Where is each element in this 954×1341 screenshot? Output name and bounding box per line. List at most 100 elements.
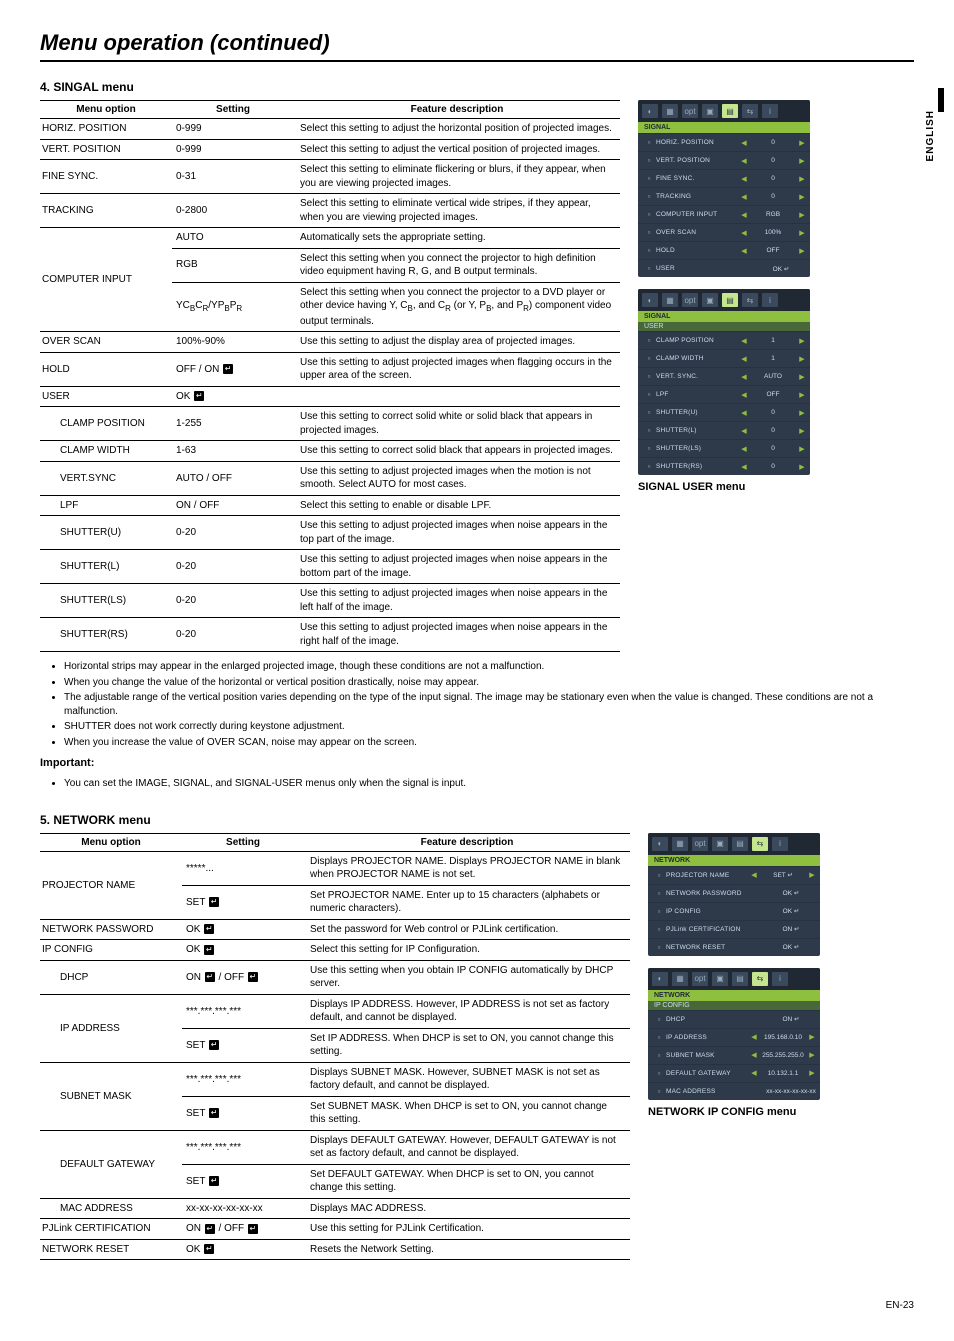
osd-row: ▫ USER OK ↵ bbox=[638, 259, 810, 277]
osd-network-panel: ◐ ▦ opt ▣ ▤ ⇆ i NETWORK ▫ PROJECTOR NAME… bbox=[648, 833, 820, 956]
osd-tab-icon: ⇆ bbox=[742, 104, 758, 118]
osd-row-label: VERT. POSITION bbox=[656, 157, 740, 164]
table-setting: 0-20 bbox=[172, 584, 294, 618]
osd-row: ▫ COMPUTER INPUT ◀RGB▶ bbox=[638, 205, 810, 223]
osd-row-value: xx-xx-xx-xx-xx-xx bbox=[766, 1088, 816, 1095]
table-option: CLAMP WIDTH bbox=[40, 441, 172, 462]
osd-row-icon: ▫ bbox=[652, 943, 666, 952]
osd-column-network: ◐ ▦ opt ▣ ▤ ⇆ i NETWORK ▫ PROJECTOR NAME… bbox=[648, 833, 820, 1132]
osd-row-label: HORIZ. POSITION bbox=[656, 139, 740, 146]
osd-row-label: COMPUTER INPUT bbox=[656, 211, 740, 218]
table-setting: OK ↵ bbox=[172, 386, 294, 407]
osd-row-value: RGB bbox=[748, 211, 798, 218]
arrow-left-icon: ◀ bbox=[740, 157, 748, 165]
table-desc: Displays IP ADDRESS. However, IP ADDRESS… bbox=[304, 994, 630, 1028]
col-option: Menu option bbox=[40, 101, 172, 119]
arrow-right-icon: ▶ bbox=[798, 157, 806, 165]
arrow-left-icon: ◀ bbox=[740, 373, 748, 381]
osd-row: ▫ SUBNET MASK ◀255.255.255.0▶ bbox=[648, 1046, 820, 1064]
arrow-left-icon: ◀ bbox=[740, 139, 748, 147]
osd-row-value: 1 bbox=[748, 337, 798, 344]
osd-tab-signal-icon: ▤ bbox=[722, 293, 738, 307]
osd-row-icon: ▫ bbox=[642, 354, 656, 363]
table-option: VERT.SYNC bbox=[40, 461, 172, 495]
table-setting: 0-999 bbox=[172, 139, 294, 160]
arrow-left-icon: ◀ bbox=[740, 337, 748, 345]
table-desc: Select this setting to eliminate flicker… bbox=[294, 160, 620, 194]
note-item: The adjustable range of the vertical pos… bbox=[64, 691, 914, 718]
table-setting: ***.***.***.*** bbox=[182, 1130, 304, 1164]
arrow-right-icon: ▶ bbox=[808, 1069, 816, 1077]
osd-row-icon: ▫ bbox=[642, 336, 656, 345]
osd-row-value: 0 bbox=[748, 427, 798, 434]
network-menu-table: Menu option Setting Feature description … bbox=[40, 833, 630, 1261]
table-desc: Select this setting for IP Configuration… bbox=[304, 940, 630, 961]
osd-row-value: 0 bbox=[748, 193, 798, 200]
col-option: Menu option bbox=[40, 833, 182, 851]
table-desc: Displays PROJECTOR NAME. Displays PROJEC… bbox=[304, 851, 630, 885]
table-setting: 0-20 bbox=[172, 550, 294, 584]
osd-row: ▫ IP CONFIG OK ↵ bbox=[648, 902, 820, 920]
osd-row: ▫ LPF ◀OFF▶ bbox=[638, 385, 810, 403]
osd-tab-icon: ▦ bbox=[662, 104, 678, 118]
osd-row-icon: ▫ bbox=[652, 925, 666, 934]
osd-row-value: ON ↵ bbox=[766, 925, 816, 933]
osd-row: ▫ HOLD ◀OFF▶ bbox=[638, 241, 810, 259]
arrow-right-icon: ▶ bbox=[798, 229, 806, 237]
osd-row: ▫ IP ADDRESS ◀195.168.0.10▶ bbox=[648, 1028, 820, 1046]
osd-row-value: OK ↵ bbox=[756, 265, 806, 273]
osd-row-value: OFF bbox=[748, 391, 798, 398]
osd-row: ▫ CLAMP WIDTH ◀1▶ bbox=[638, 349, 810, 367]
arrow-left-icon: ◀ bbox=[750, 1033, 758, 1041]
osd-tab-icon: ▦ bbox=[672, 837, 688, 851]
table-desc: Use this setting to adjust projected ima… bbox=[294, 584, 620, 618]
table-desc: Use this setting to adjust projected ima… bbox=[294, 550, 620, 584]
arrow-right-icon: ▶ bbox=[798, 427, 806, 435]
table-setting: 1-63 bbox=[172, 441, 294, 462]
osd-row-icon: ▫ bbox=[642, 228, 656, 237]
osd-row-icon: ▫ bbox=[652, 1051, 666, 1060]
osd-tab-icon: ◐ bbox=[642, 104, 658, 118]
osd-row-value: 255.255.255.0 bbox=[758, 1052, 808, 1059]
osd-ipconfig-caption: NETWORK IP CONFIG menu bbox=[648, 1106, 820, 1118]
table-setting: SET ↵ bbox=[182, 885, 304, 919]
osd-row-icon: ▫ bbox=[652, 871, 666, 880]
table-setting: AUTO / OFF bbox=[172, 461, 294, 495]
table-setting: OK ↵ bbox=[182, 1239, 304, 1260]
note-item: When you increase the value of OVER SCAN… bbox=[64, 736, 914, 750]
osd-row-value: 0 bbox=[748, 175, 798, 182]
osd-row-value: 0 bbox=[748, 463, 798, 470]
arrow-left-icon: ◀ bbox=[740, 175, 748, 183]
arrow-left-icon: ◀ bbox=[740, 355, 748, 363]
osd-row-icon: ▫ bbox=[642, 426, 656, 435]
table-setting: 0-20 bbox=[172, 516, 294, 550]
table-desc: Set the password for Web control or PJLi… bbox=[304, 919, 630, 940]
osd-row-value: AUTO bbox=[748, 373, 798, 380]
osd-row-icon: ▫ bbox=[642, 390, 656, 399]
osd-row: ▫ DEFAULT GATEWAY ◀10.132.1.1▶ bbox=[648, 1064, 820, 1082]
osd-row: ▫ OVER SCAN ◀100%▶ bbox=[638, 223, 810, 241]
table-option: FINE SYNC. bbox=[40, 160, 172, 194]
osd-row-icon: ▫ bbox=[642, 444, 656, 453]
table-desc: Select this setting when you connect the… bbox=[294, 282, 620, 332]
osd-tab-info-icon: i bbox=[772, 837, 788, 851]
table-desc: Automatically sets the appropriate setti… bbox=[294, 228, 620, 249]
osd-row-value: OK ↵ bbox=[766, 907, 816, 915]
arrow-left-icon: ◀ bbox=[740, 463, 748, 471]
table-option: COMPUTER INPUT bbox=[40, 228, 172, 332]
table-setting: 0-31 bbox=[172, 160, 294, 194]
table-option: USER bbox=[40, 386, 172, 407]
osd-subheader: IP CONFIG bbox=[648, 1001, 820, 1010]
osd-row-icon: ▫ bbox=[642, 192, 656, 201]
page-title: Menu operation (continued) bbox=[40, 30, 914, 62]
table-desc: Use this setting to correct solid black … bbox=[294, 441, 620, 462]
osd-tab-signal-icon: ▤ bbox=[722, 104, 738, 118]
note-item: When you change the value of the horizon… bbox=[64, 676, 914, 690]
osd-header: SIGNAL bbox=[638, 311, 810, 322]
osd-tab-icon: ▣ bbox=[712, 837, 728, 851]
table-setting: ***.***.***.*** bbox=[182, 1062, 304, 1096]
table-option: IP CONFIG bbox=[40, 940, 182, 961]
osd-row-value: 0 bbox=[748, 157, 798, 164]
table-desc: Use this setting to correct solid white … bbox=[294, 407, 620, 441]
osd-tab-icon: ▣ bbox=[712, 972, 728, 986]
